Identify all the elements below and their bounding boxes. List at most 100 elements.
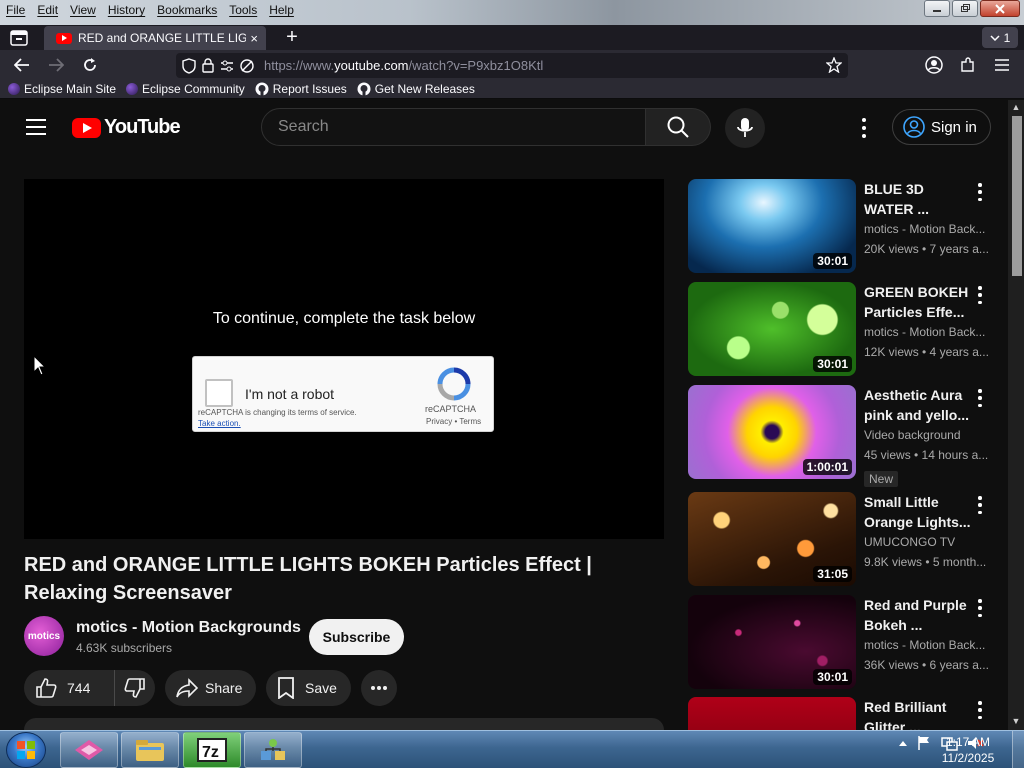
permissions-icon[interactable]	[220, 60, 234, 72]
tab-overflow-button[interactable]: 1	[982, 27, 1018, 48]
related-video-item[interactable]: Red Brilliant Glitter ...	[688, 697, 998, 730]
back-button[interactable]	[12, 55, 32, 75]
menu-history[interactable]: History	[102, 0, 151, 20]
menu-bookmarks[interactable]: Bookmarks	[151, 0, 223, 20]
related-video-title[interactable]: Red and Purple Bokeh ...	[864, 595, 974, 635]
related-video-channel: motics - Motion Back...	[864, 222, 986, 236]
eclipse-icon	[126, 83, 139, 95]
save-button[interactable]: Save	[266, 670, 351, 706]
related-video-item[interactable]: 30:01 Red and Purple Bokeh ... motics - …	[688, 595, 998, 689]
taskbar-clock[interactable]: 1:17 AM 11/2/2025	[938, 734, 998, 766]
like-button[interactable]: 744	[24, 670, 115, 706]
video-options-icon[interactable]	[976, 183, 984, 201]
bookmark-eclipse-community[interactable]: Eclipse Community	[126, 82, 245, 96]
channel-avatar[interactable]: motics	[24, 616, 64, 656]
video-thumbnail[interactable]: 30:01	[688, 595, 856, 689]
taskbar-app-explorer[interactable]	[121, 732, 179, 768]
subscribe-button[interactable]: Subscribe	[309, 619, 404, 655]
youtube-logo[interactable]: YouTube	[72, 116, 181, 139]
related-video-item[interactable]: 30:01 GREEN BOKEH Particles Effe... moti…	[688, 282, 998, 376]
sign-in-button[interactable]: Sign in	[892, 109, 991, 145]
settings-menu-button[interactable]	[856, 116, 872, 140]
video-options-icon[interactable]	[976, 496, 984, 514]
video-options-icon[interactable]	[976, 701, 984, 719]
autoplay-blocked-icon[interactable]	[240, 58, 254, 73]
lock-icon[interactable]	[202, 58, 214, 73]
address-bar[interactable]: https://www.youtube.com/watch?v=P9xbz1O8…	[176, 53, 848, 78]
recaptcha-take-action-link[interactable]: Take action.	[198, 419, 241, 428]
github-icon	[255, 82, 269, 96]
tracking-shield-icon[interactable]	[182, 57, 196, 74]
app-menu-button[interactable]	[992, 55, 1012, 75]
voice-search-button[interactable]	[725, 108, 765, 148]
related-video-title[interactable]: Small Little Orange Lights...	[864, 492, 974, 532]
reload-button[interactable]	[80, 55, 100, 75]
taskbar-app-visual-studio[interactable]	[60, 732, 118, 768]
taskbar-app-network[interactable]	[244, 732, 302, 768]
related-video-title[interactable]: GREEN BOKEH Particles Effe...	[864, 282, 974, 322]
dislike-button[interactable]	[115, 677, 155, 699]
forward-button[interactable]	[46, 55, 66, 75]
new-tab-button[interactable]: +	[280, 27, 304, 48]
bookmark-icon	[278, 677, 294, 699]
minimize-button[interactable]	[924, 0, 950, 17]
related-video-title[interactable]: BLUE 3D WATER ...	[864, 179, 974, 219]
video-thumbnail[interactable]	[688, 697, 856, 730]
extensions-button[interactable]	[958, 55, 978, 75]
guide-menu-button[interactable]	[26, 119, 46, 135]
channel-name[interactable]: motics - Motion Backgrounds	[76, 619, 301, 637]
bookmark-star-icon[interactable]	[826, 57, 842, 73]
menu-tools[interactable]: Tools	[223, 0, 263, 20]
start-button[interactable]	[6, 732, 46, 768]
video-thumbnail[interactable]: 30:01	[688, 179, 856, 273]
video-options-icon[interactable]	[976, 389, 984, 407]
scroll-down-icon[interactable]: ▼	[1008, 714, 1024, 728]
close-window-button[interactable]	[980, 0, 1020, 17]
share-button[interactable]: Share	[165, 670, 256, 706]
recaptcha-links[interactable]: Privacy • Terms	[426, 417, 481, 426]
url-text: https://www.youtube.com/watch?v=P9xbz1O8…	[264, 58, 544, 73]
sign-in-label: Sign in	[931, 118, 977, 136]
video-player[interactable]: To continue, complete the task below I'm…	[24, 179, 664, 539]
bookmark-get-new-releases[interactable]: Get New Releases	[357, 82, 475, 96]
menu-help[interactable]: Help	[263, 0, 300, 20]
related-video-channel: Video background	[864, 428, 961, 442]
video-options-icon[interactable]	[976, 599, 984, 617]
related-video-title[interactable]: Red Brilliant Glitter ...	[864, 697, 974, 730]
more-horizontal-icon	[371, 686, 387, 690]
tab-youtube[interactable]: RED and ORANGE LITTLE LIGHT ×	[44, 26, 266, 50]
hamburger-menu-icon	[995, 59, 1009, 71]
taskbar-app-7zip[interactable]: 7z	[183, 732, 241, 768]
scroll-up-icon[interactable]: ▲	[1008, 100, 1024, 114]
scrollbar-thumb[interactable]	[1012, 116, 1022, 276]
related-video-item[interactable]: 1:00:01 Aesthetic Aura pink and yello...…	[688, 385, 998, 487]
tray-expand-icon[interactable]	[898, 739, 908, 747]
bookmark-eclipse-main[interactable]: Eclipse Main Site	[8, 82, 116, 96]
menu-edit[interactable]: Edit	[31, 0, 64, 20]
video-duration: 30:01	[813, 356, 852, 372]
description-box[interactable]	[24, 718, 664, 730]
menu-file[interactable]: File	[0, 0, 31, 20]
video-thumbnail[interactable]: 31:05	[688, 492, 856, 586]
bookmark-report-issues[interactable]: Report Issues	[255, 82, 347, 96]
related-video-item[interactable]: 30:01 BLUE 3D WATER ... motics - Motion …	[688, 179, 998, 273]
tab-list-button[interactable]	[8, 28, 30, 48]
page-scrollbar[interactable]: ▲ ▼	[1008, 100, 1024, 730]
video-thumbnail[interactable]: 1:00:01	[688, 385, 856, 479]
maximize-button[interactable]	[952, 0, 978, 17]
video-options-icon[interactable]	[976, 286, 984, 304]
recaptcha-checkbox[interactable]	[205, 379, 233, 407]
youtube-page: YouTube Search Sign in To continue, comp…	[0, 100, 1008, 730]
reload-icon	[84, 58, 96, 71]
tab-close-icon[interactable]: ×	[250, 31, 258, 46]
more-actions-button[interactable]	[361, 670, 397, 706]
account-button[interactable]	[924, 55, 944, 75]
action-center-flag-icon[interactable]	[916, 735, 932, 751]
search-button[interactable]	[646, 108, 711, 146]
video-thumbnail[interactable]: 30:01	[688, 282, 856, 376]
related-video-item[interactable]: 31:05 Small Little Orange Lights... UMUC…	[688, 492, 998, 586]
search-input[interactable]: Search	[261, 108, 646, 146]
related-video-title[interactable]: Aesthetic Aura pink and yello...	[864, 385, 974, 425]
menu-view[interactable]: View	[64, 0, 102, 20]
show-desktop-button[interactable]	[1012, 731, 1024, 768]
